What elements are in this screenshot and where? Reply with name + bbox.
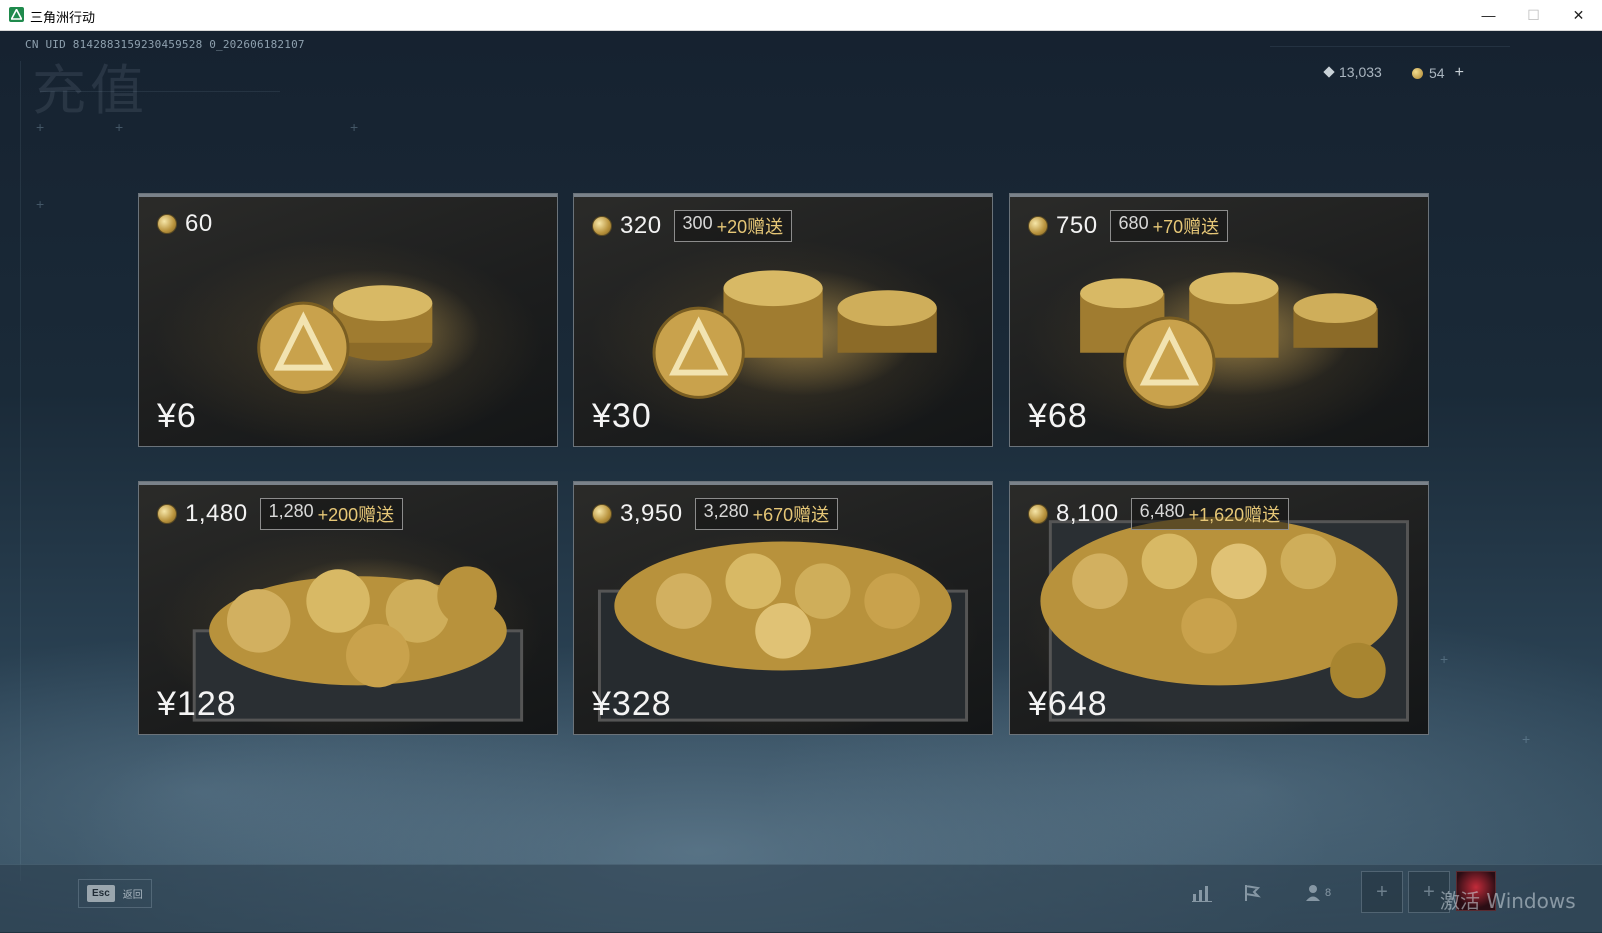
friends-count: 8 <box>1324 887 1332 899</box>
bonus-base: 6,480 <box>1139 501 1185 521</box>
decor-plus-icon: + <box>350 119 359 135</box>
pack-price: ¥6 <box>157 397 197 435</box>
coin-icon <box>592 216 612 236</box>
bonus-base: 680 <box>1118 213 1149 233</box>
decor-plus-icon: + <box>1522 731 1531 747</box>
bonus-extra: +670赠送 <box>752 505 830 525</box>
window-titlebar: 三角洲行动 — ☐ ✕ <box>0 0 1602 31</box>
coin-icon <box>1028 216 1048 236</box>
pack-total: 60 <box>185 210 213 237</box>
pack-card[interactable]: 320 300 +20赠送 ¥30 <box>573 193 993 447</box>
flag-icon[interactable] <box>1238 879 1266 907</box>
pack-amount: 320 300 +20赠送 <box>592 210 793 242</box>
coin-currency: 54 + <box>1412 64 1464 82</box>
pack-card[interactable]: 3,950 3,280 +670赠送 ¥328 <box>573 481 993 735</box>
pack-total: 750 <box>1056 212 1098 239</box>
bonus-tag: 3,280 +670赠送 <box>694 498 839 530</box>
add-coins-button[interactable]: + <box>1455 64 1464 82</box>
recharge-screen: + + + + + + 充值 CN UID 814288315923045952… <box>0 31 1602 932</box>
pack-price: ¥128 <box>157 685 237 723</box>
bonus-extra: +1,620赠送 <box>1188 505 1281 525</box>
stats-icon[interactable] <box>1188 879 1216 907</box>
pack-amount: 60 <box>157 210 213 238</box>
decor-plus-icon: + <box>1440 651 1449 667</box>
bonus-tag: 6,480 +1,620赠送 <box>1130 498 1290 530</box>
windows-activation-watermark: 激活 Windows <box>1440 889 1576 913</box>
back-label: 返回 <box>122 890 143 901</box>
pack-price: ¥328 <box>592 685 672 723</box>
pack-price: ¥30 <box>592 397 652 435</box>
coin-icon <box>157 504 177 524</box>
decor-line <box>20 61 21 881</box>
user-uid: CN UID 8142883159230459528 0_20260618210… <box>25 38 305 51</box>
coin-icon <box>157 214 177 234</box>
pack-total: 3,950 <box>620 500 683 527</box>
pack-amount: 1,480 1,280 +200赠送 <box>157 498 404 530</box>
pack-card[interactable]: 60 ¥6 <box>138 193 558 447</box>
back-button[interactable]: Esc 返回 <box>78 879 152 908</box>
decor-plus-icon: + <box>36 196 45 212</box>
coin-icon <box>1412 67 1423 79</box>
pack-amount: 3,950 3,280 +670赠送 <box>592 498 839 530</box>
pack-total: 320 <box>620 212 662 239</box>
pack-total: 1,480 <box>185 500 248 527</box>
premium-currency: 13,033 <box>1323 64 1382 80</box>
coin-icon <box>1028 504 1048 524</box>
pack-price: ¥648 <box>1028 685 1108 723</box>
coin-icon <box>592 504 612 524</box>
premium-currency-amount: 13,033 <box>1339 64 1382 80</box>
pack-amount: 8,100 6,480 +1,620赠送 <box>1028 498 1290 530</box>
pack-amount: 750 680 +70赠送 <box>1028 210 1229 242</box>
coin-currency-amount: 54 <box>1429 65 1445 81</box>
pack-price: ¥68 <box>1028 397 1088 435</box>
friends-button[interactable]: 8 <box>1298 879 1338 907</box>
bonus-extra: +200赠送 <box>317 505 395 525</box>
close-button[interactable]: ✕ <box>1556 0 1601 30</box>
decor-line <box>1270 46 1510 47</box>
bonus-tag: 680 +70赠送 <box>1109 210 1229 242</box>
minimize-button[interactable]: — <box>1466 0 1511 30</box>
pack-total: 8,100 <box>1056 500 1119 527</box>
app-logo-icon <box>9 7 24 22</box>
esc-key-icon: Esc <box>87 885 115 902</box>
page-title: 充值 <box>32 59 148 122</box>
bonus-base: 300 <box>682 213 713 233</box>
pack-card[interactable]: 750 680 +70赠送 ¥68 <box>1009 193 1429 447</box>
maximize-button[interactable]: ☐ <box>1511 0 1556 30</box>
pack-card[interactable]: 1,480 1,280 +200赠送 ¥128 <box>138 481 558 735</box>
bottom-bar: Esc 返回 8 + + 激活 Windows <box>0 864 1602 933</box>
pack-card[interactable]: 8,100 6,480 +1,620赠送 ¥648 <box>1009 481 1429 735</box>
friends-icon <box>1305 885 1320 901</box>
party-slot-1-add-icon[interactable]: + <box>1361 871 1403 913</box>
bonus-base: 1,280 <box>268 501 314 521</box>
bonus-tag: 300 +20赠送 <box>673 210 793 242</box>
bonus-extra: +20赠送 <box>716 217 784 237</box>
bonus-extra: +70赠送 <box>1152 217 1220 237</box>
premium-currency-icon <box>1323 66 1335 78</box>
bonus-tag: 1,280 +200赠送 <box>259 498 404 530</box>
window-title: 三角洲行动 <box>30 11 96 26</box>
bonus-base: 3,280 <box>703 501 749 521</box>
